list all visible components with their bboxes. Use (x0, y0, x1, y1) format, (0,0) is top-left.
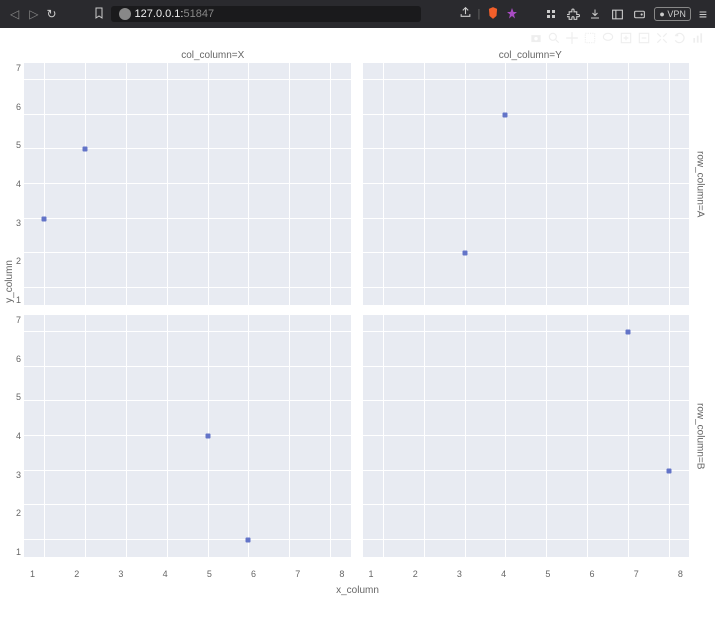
x-tick: 2 (413, 569, 418, 579)
x-axis-label: x_column (4, 585, 711, 596)
zoomout-icon[interactable] (637, 31, 651, 45)
y-tick: 3 (16, 218, 21, 228)
bookmark-icon[interactable] (93, 7, 105, 22)
data-point[interactable] (42, 216, 47, 221)
x-tick: 8 (339, 569, 344, 579)
data-point[interactable] (503, 112, 508, 117)
facet-row-title: row_column=B (689, 315, 711, 557)
y-tick: 6 (16, 354, 21, 364)
y-tick: 5 (16, 392, 21, 402)
divider-icon: | (478, 8, 481, 20)
data-point[interactable] (625, 330, 630, 335)
x-tick: 8 (678, 569, 683, 579)
y-tick: 2 (16, 256, 21, 266)
address-text: 127.0.0.1:51847 (135, 8, 215, 20)
y-tick: 2 (16, 508, 21, 518)
facet-panel[interactable] (363, 315, 690, 557)
x-tick: 1 (369, 569, 374, 579)
facet-panel[interactable] (363, 63, 690, 305)
back-button[interactable]: ◁ (8, 7, 21, 21)
plotly-modebar (0, 28, 715, 48)
data-point[interactable] (83, 147, 88, 152)
brave-shield-icon[interactable] (486, 6, 500, 23)
menu-icon[interactable]: ≡ (699, 6, 707, 22)
share-icon[interactable] (459, 6, 472, 22)
zoom-icon[interactable] (547, 31, 561, 45)
y-tick: 1 (16, 547, 21, 557)
facet-row-title: row_column=A (689, 63, 711, 305)
x-tick: 6 (590, 569, 595, 579)
site-info-icon[interactable] (119, 8, 131, 20)
y-tick: 5 (16, 140, 21, 150)
x-tick: 1 (30, 569, 35, 579)
y-tick: 1 (16, 295, 21, 305)
y-tick: 7 (16, 315, 21, 325)
lasso-icon[interactable] (601, 31, 615, 45)
download-icon[interactable] (588, 7, 602, 21)
data-point[interactable] (205, 434, 210, 439)
extension-icon[interactable] (544, 7, 558, 21)
camera-icon[interactable] (529, 31, 543, 45)
x-tick: 7 (634, 569, 639, 579)
data-point[interactable] (462, 251, 467, 256)
facet-panel[interactable] (24, 63, 351, 305)
forward-button[interactable]: ▷ (27, 7, 40, 21)
plotly-logo-icon[interactable] (691, 31, 705, 45)
x-tick: 2 (74, 569, 79, 579)
reset-icon[interactable] (673, 31, 687, 45)
y-tick: 3 (16, 470, 21, 480)
y-tick: 7 (16, 63, 21, 73)
brave-rewards-icon[interactable] (506, 7, 518, 22)
select-icon[interactable] (583, 31, 597, 45)
y-tick: 4 (16, 431, 21, 441)
x-tick: 3 (118, 569, 123, 579)
address-bar[interactable]: 127.0.0.1:51847 (111, 6, 421, 22)
browser-toolbar: ◁ ▷ ↻ 127.0.0.1:51847 | ● VP (0, 0, 715, 28)
facet-col-title: col_column=X (54, 48, 372, 63)
facet-panel[interactable] (24, 315, 351, 557)
x-tick: 6 (251, 569, 256, 579)
y-tick: 4 (16, 179, 21, 189)
x-tick: 4 (501, 569, 506, 579)
autoscale-icon[interactable] (655, 31, 669, 45)
y-tick: 6 (16, 102, 21, 112)
chart-container: y_column col_column=X col_column=Y 76543… (0, 48, 715, 604)
sidebar-icon[interactable] (610, 7, 624, 21)
data-point[interactable] (666, 468, 671, 473)
x-tick: 4 (163, 569, 168, 579)
data-point[interactable] (246, 537, 251, 542)
facet-col-title: col_column=Y (372, 48, 690, 63)
zoomin-icon[interactable] (619, 31, 633, 45)
pan-icon[interactable] (565, 31, 579, 45)
reload-button[interactable]: ↻ (46, 7, 56, 21)
x-tick: 7 (295, 569, 300, 579)
x-tick: 3 (457, 569, 462, 579)
x-tick: 5 (207, 569, 212, 579)
wallet-icon[interactable] (632, 7, 646, 21)
puzzle-icon[interactable] (566, 7, 580, 21)
x-tick: 5 (545, 569, 550, 579)
vpn-button[interactable]: ● VPN (654, 7, 690, 21)
